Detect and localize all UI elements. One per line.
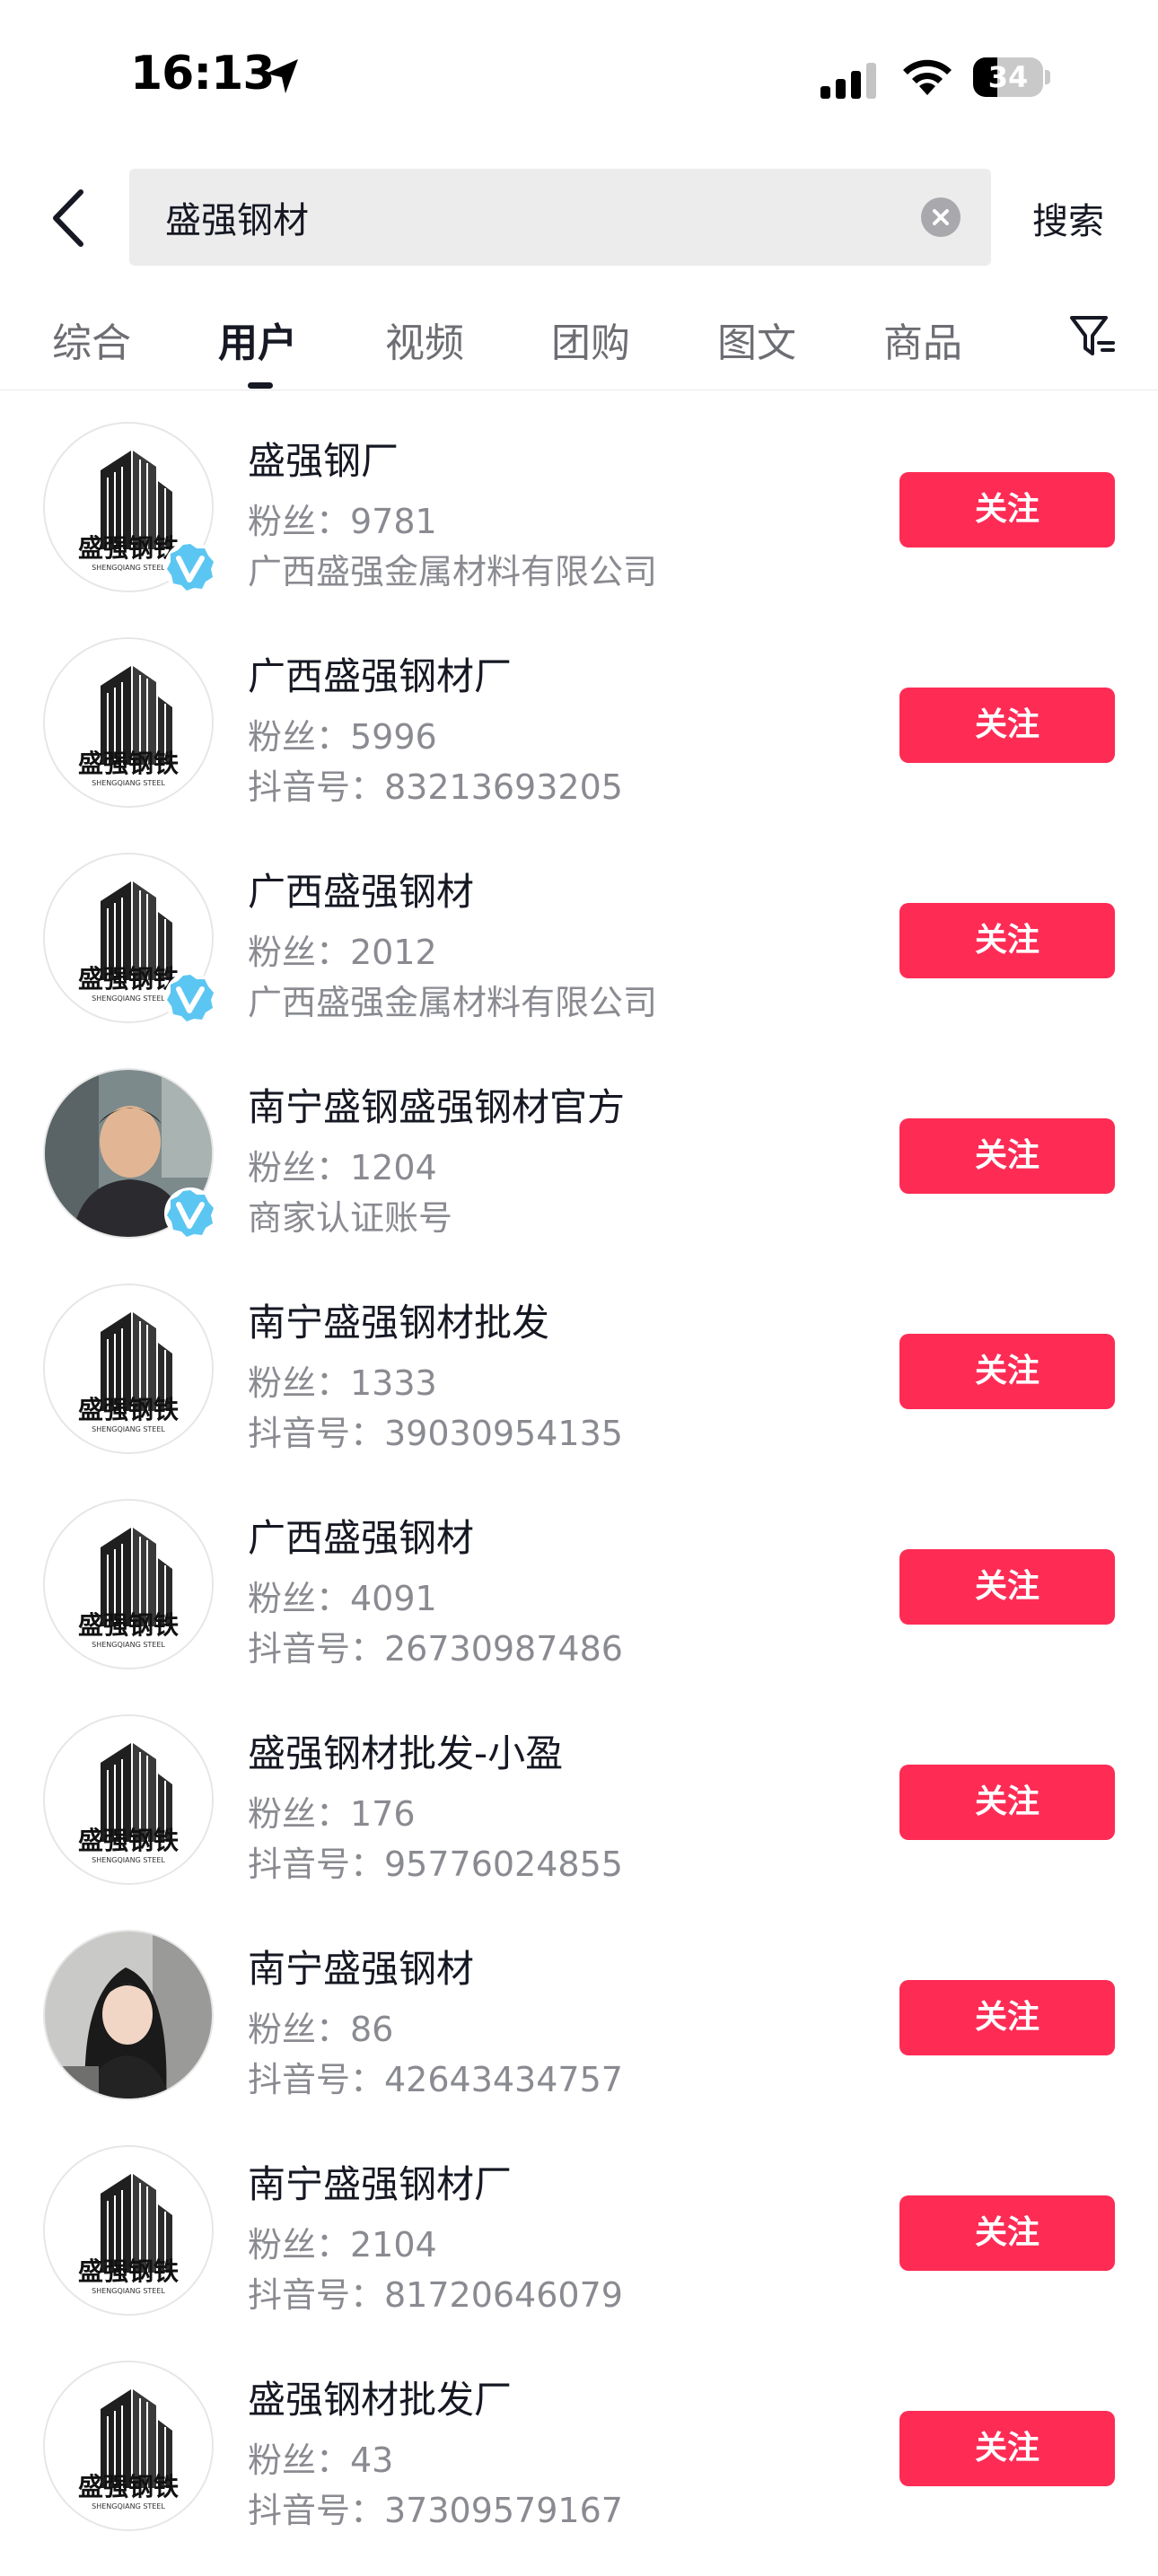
follower-count: 粉丝：9781	[248, 502, 437, 541]
user-name[interactable]: 南宁盛强钢材批发	[248, 1292, 549, 1347]
verified-badge-icon	[164, 972, 216, 1024]
wifi-icon	[903, 59, 952, 95]
filter-icon[interactable]	[1068, 312, 1117, 361]
user-result-row[interactable]: 盛强钢铁 SHENGQIANG STEEL 广西盛强钢材厂 粉丝：5996 抖音…	[0, 637, 1158, 853]
user-result-row[interactable]: 盛强钢铁 SHENGQIANG STEEL 盛强钢材批发厂 粉丝：43 抖音号：…	[0, 2361, 1158, 2576]
follower-count: 粉丝：43	[248, 2440, 394, 2480]
tab-group-buy[interactable]: 团购	[551, 311, 630, 368]
user-detail: 抖音号：26730987486	[248, 1629, 623, 1669]
svg-text:SHENGQIANG STEEL: SHENGQIANG STEEL	[92, 1425, 165, 1433]
svg-text:盛强钢铁: 盛强钢铁	[78, 1826, 179, 1855]
follow-button[interactable]: 关注	[899, 2411, 1115, 2486]
user-name[interactable]: 广西盛强钢材	[248, 862, 474, 916]
user-detail: 广西盛强金属材料有限公司	[248, 552, 658, 591]
user-detail: 抖音号：95776024855	[248, 1844, 623, 1884]
back-arrow-icon[interactable]	[47, 187, 92, 250]
user-detail: 抖音号：42643434757	[248, 2060, 623, 2099]
svg-text:SHENGQIANG STEEL: SHENGQIANG STEEL	[92, 1856, 165, 1864]
follow-button[interactable]: 关注	[899, 1549, 1115, 1625]
svg-text:SHENGQIANG STEEL: SHENGQIANG STEEL	[92, 564, 165, 572]
user-avatar[interactable]: 盛强钢铁 SHENGQIANG STEEL	[43, 2361, 214, 2531]
search-input[interactable]	[165, 169, 901, 266]
user-name[interactable]: 盛强钢材批发-小盈	[248, 1723, 563, 1778]
user-detail: 广西盛强金属材料有限公司	[248, 983, 658, 1022]
user-name[interactable]: 广西盛强钢材厂	[248, 646, 512, 701]
user-detail: 商家认证账号	[248, 1198, 453, 1238]
user-result-row[interactable]: 盛强钢铁 SHENGQIANG STEEL 盛强钢厂 粉丝：9781 广西盛强金…	[0, 422, 1158, 637]
follow-button[interactable]: 关注	[899, 688, 1115, 763]
user-avatar[interactable]: 盛强钢铁 SHENGQIANG STEEL	[43, 2145, 214, 2316]
svg-text:盛强钢铁: 盛强钢铁	[78, 749, 179, 778]
verified-badge-icon	[164, 1187, 216, 1240]
user-detail: 抖音号：81720646079	[248, 2275, 623, 2315]
verified-badge-icon	[164, 541, 216, 593]
user-name[interactable]: 盛强钢厂	[248, 431, 399, 486]
follow-button[interactable]: 关注	[899, 1334, 1115, 1409]
follower-count: 粉丝：176	[248, 1794, 416, 1834]
battery-indicator: 34	[973, 57, 1050, 97]
follower-count: 粉丝：4091	[248, 1579, 437, 1618]
user-detail: 抖音号：83213693205	[248, 767, 623, 807]
user-name[interactable]: 盛强钢材批发厂	[248, 2370, 512, 2424]
svg-text:SHENGQIANG STEEL: SHENGQIANG STEEL	[92, 1641, 165, 1649]
user-name[interactable]: 广西盛强钢材	[248, 1508, 474, 1563]
follow-button[interactable]: 关注	[899, 1118, 1115, 1194]
cellular-signal-icon	[820, 63, 876, 99]
user-avatar[interactable]: 盛强钢铁 SHENGQIANG STEEL	[43, 1714, 214, 1885]
user-result-row[interactable]: 盛强钢铁 SHENGQIANG STEEL 广西盛强钢材 粉丝：2012 广西盛…	[0, 853, 1158, 1068]
user-result-row[interactable]: 南宁盛强钢材 粉丝：86 抖音号：42643434757 关注	[0, 1930, 1158, 2145]
search-button[interactable]: 搜索	[1032, 192, 1104, 244]
follow-button[interactable]: 关注	[899, 1980, 1115, 2055]
user-avatar[interactable]: 盛强钢铁 SHENGQIANG STEEL	[43, 637, 214, 808]
svg-text:SHENGQIANG STEEL: SHENGQIANG STEEL	[92, 779, 165, 787]
user-detail: 抖音号：39030954135	[248, 1414, 623, 1453]
tab-products[interactable]: 商品	[883, 311, 962, 368]
tab-image-text[interactable]: 图文	[717, 311, 796, 368]
user-result-row[interactable]: 盛强钢铁 SHENGQIANG STEEL 盛强钢材批发-小盈 粉丝：176 抖…	[0, 1714, 1158, 1930]
follow-button[interactable]: 关注	[899, 1765, 1115, 1840]
follow-button[interactable]: 关注	[899, 2195, 1115, 2271]
user-detail: 抖音号：37309579167	[248, 2491, 623, 2530]
svg-text:盛强钢铁: 盛强钢铁	[78, 2256, 179, 2286]
follower-count: 粉丝：1204	[248, 1148, 437, 1187]
user-avatar[interactable]: 盛强钢铁 SHENGQIANG STEEL	[43, 1284, 214, 1454]
user-avatar[interactable]	[43, 1930, 214, 2100]
follower-count: 粉丝：2012	[248, 933, 437, 972]
user-name[interactable]: 南宁盛强钢材	[248, 1939, 474, 1993]
follower-count: 粉丝：1333	[248, 1363, 437, 1403]
user-result-row[interactable]: 南宁盛钢盛强钢材官方 粉丝：1204 商家认证账号 关注	[0, 1068, 1158, 1284]
follow-button[interactable]: 关注	[899, 903, 1115, 978]
follower-count: 粉丝：5996	[248, 717, 437, 757]
result-tabs: 综合 用户 视频 团购 图文 商品	[0, 296, 1158, 390]
clear-search-icon[interactable]	[921, 197, 961, 237]
user-name[interactable]: 南宁盛钢盛强钢材官方	[248, 1077, 625, 1132]
svg-text:盛强钢铁: 盛强钢铁	[78, 1395, 179, 1424]
user-avatar[interactable]: 盛强钢铁 SHENGQIANG STEEL	[43, 1499, 214, 1669]
user-result-row[interactable]: 盛强钢铁 SHENGQIANG STEEL 南宁盛强钢材批发 粉丝：1333 抖…	[0, 1284, 1158, 1499]
follow-button[interactable]: 关注	[899, 472, 1115, 548]
follower-count: 粉丝：86	[248, 2010, 394, 2049]
svg-text:盛强钢铁: 盛强钢铁	[78, 2472, 179, 2502]
tab-users[interactable]: 用户	[218, 311, 297, 368]
tab-general[interactable]: 综合	[52, 311, 131, 368]
user-name[interactable]: 南宁盛强钢材厂	[248, 2154, 512, 2209]
svg-text:SHENGQIANG STEEL: SHENGQIANG STEEL	[92, 2287, 165, 2295]
search-bar[interactable]	[129, 169, 991, 266]
follower-count: 粉丝：2104	[248, 2225, 437, 2265]
svg-text:盛强钢铁: 盛强钢铁	[78, 1610, 179, 1640]
battery-percent: 34	[987, 60, 1029, 94]
user-result-row[interactable]: 盛强钢铁 SHENGQIANG STEEL 广西盛强钢材 粉丝：4091 抖音号…	[0, 1499, 1158, 1714]
tab-videos[interactable]: 视频	[385, 311, 464, 368]
svg-text:SHENGQIANG STEEL: SHENGQIANG STEEL	[92, 994, 165, 1003]
status-time: 16:13	[130, 47, 276, 101]
active-tab-indicator	[248, 382, 273, 389]
location-arrow-icon	[266, 59, 298, 93]
user-result-row[interactable]: 盛强钢铁 SHENGQIANG STEEL 南宁盛强钢材厂 粉丝：2104 抖音…	[0, 2145, 1158, 2361]
status-bar: 16:13 34	[0, 0, 1158, 153]
